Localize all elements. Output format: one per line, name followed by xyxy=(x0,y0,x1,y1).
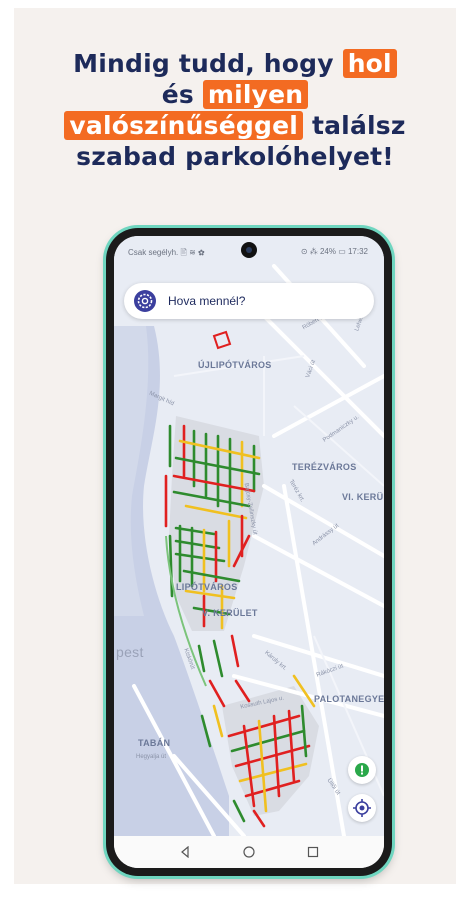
highlight-valoszinuseggel: valószínűséggel xyxy=(64,111,304,140)
headline-line-2: és milyen xyxy=(0,79,470,110)
phone-frame: ÚJLIPÓTVÁROS TERÉZVÁROS VI. KERÜ LIPÓTVÁ… xyxy=(106,228,392,876)
status-right: ⊙ ⁂ 24% ▭ 17:32 xyxy=(300,247,368,256)
headline-line-3: valószínűséggel találsz xyxy=(0,110,470,141)
headline-line-4: szabad parkolóhelyet! xyxy=(76,142,394,171)
android-nav-bar xyxy=(114,836,384,868)
gear-icon[interactable] xyxy=(134,290,156,312)
recents-icon[interactable] xyxy=(305,844,321,860)
label-taban: TABÁN xyxy=(138,738,171,748)
status-left: Csak segélyh. 🖹 ≋ ✿ xyxy=(128,248,205,257)
headline: Mindig tudd, hogy hol és milyen valószín… xyxy=(0,48,470,172)
headline-line-1: Mindig tudd, hogy hol xyxy=(0,48,470,79)
locate-button[interactable] xyxy=(348,794,376,822)
label-vi-kerulet: VI. KERÜ xyxy=(342,492,384,502)
phone-screen: ÚJLIPÓTVÁROS TERÉZVÁROS VI. KERÜ LIPÓTVÁ… xyxy=(114,236,384,868)
label-lipotvaros: LIPÓTVÁROS xyxy=(176,582,238,592)
back-icon[interactable] xyxy=(177,844,193,860)
front-camera xyxy=(241,242,257,258)
road-label-hegyalja: Hegyalja út xyxy=(136,754,167,760)
alert-button[interactable] xyxy=(348,756,376,784)
label-terezvaros: TERÉZVÁROS xyxy=(292,462,357,472)
label-pest: pest xyxy=(116,644,144,660)
search-bar[interactable]: Hova mennél? xyxy=(124,283,374,319)
search-input[interactable]: Hova mennél? xyxy=(168,294,245,308)
crosshair-icon xyxy=(353,799,371,817)
home-icon[interactable] xyxy=(241,844,257,860)
label-v-kerulet: V. KERÜLET xyxy=(202,608,258,618)
highlight-milyen: milyen xyxy=(202,80,309,109)
label-palotanegyed: PALOTANEGYE xyxy=(314,694,384,704)
label-ujlipotvaros: ÚJLIPÓTVÁROS xyxy=(198,360,272,370)
highlight-hol: hol xyxy=(342,49,397,78)
